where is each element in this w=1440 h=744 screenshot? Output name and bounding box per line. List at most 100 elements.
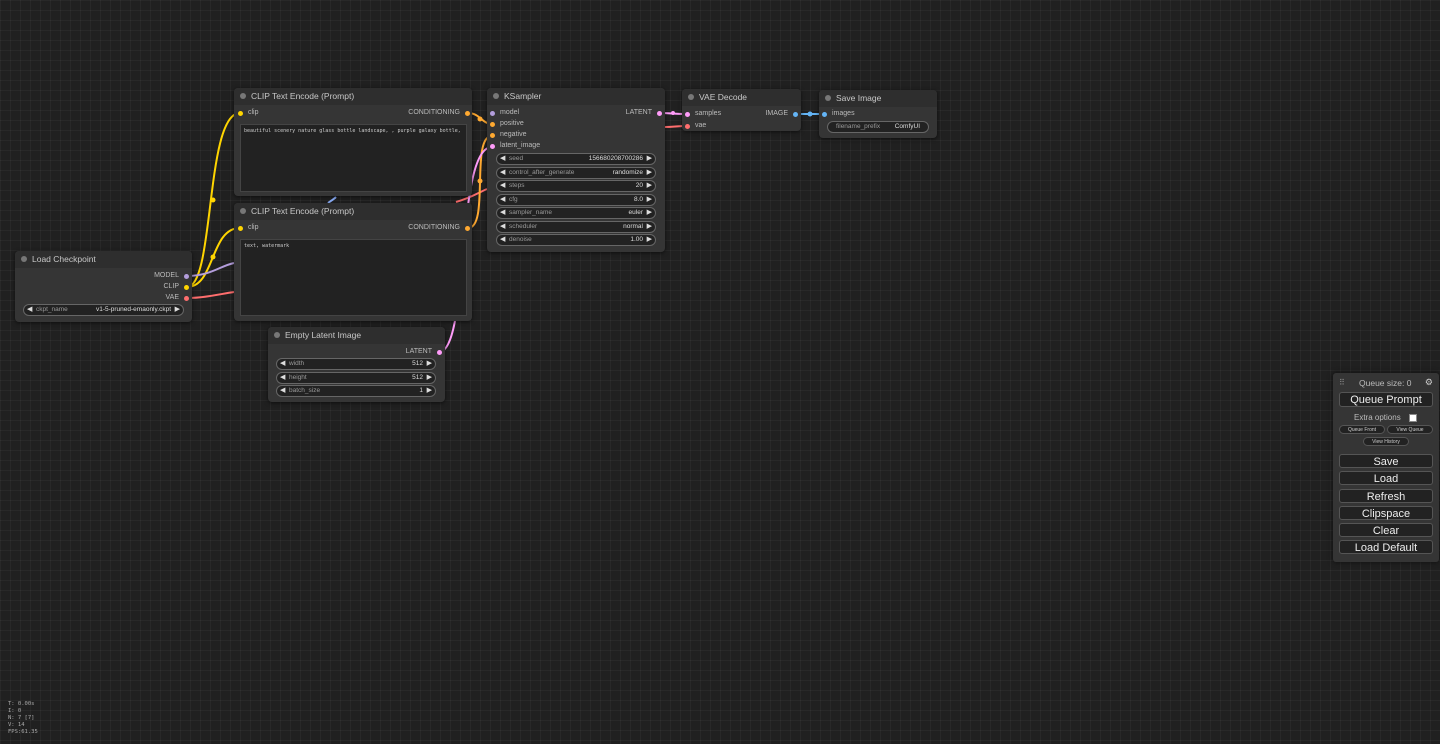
input-slot-latent-image[interactable]: latent_image — [490, 141, 540, 151]
drag-handle-icon[interactable]: ⠿ — [1339, 378, 1345, 387]
queue-prompt-button[interactable]: Queue Prompt — [1339, 392, 1433, 407]
queue-front-button[interactable]: Queue Front — [1339, 425, 1385, 434]
collapse-dot-icon[interactable] — [240, 93, 246, 99]
arrow-left-icon[interactable]: ◀ — [500, 154, 505, 164]
arrow-left-icon[interactable]: ◀ — [280, 359, 285, 369]
output-slot-conditioning[interactable]: CONDITIONING — [408, 108, 470, 118]
output-slot-latent[interactable]: LATENT — [406, 347, 442, 357]
collapse-dot-icon[interactable] — [240, 208, 246, 214]
slot-dot-icon[interactable] — [465, 225, 470, 231]
slot-dot-icon[interactable] — [437, 349, 442, 355]
clear-button[interactable]: Clear — [1339, 523, 1433, 537]
prompt-textarea[interactable]: text, watermark — [240, 239, 467, 316]
slot-dot-icon[interactable] — [490, 132, 495, 138]
slot-dot-icon[interactable] — [238, 225, 243, 231]
widget-control-after-generate[interactable]: ◀ control_after_generate randomize ▶ — [496, 167, 656, 179]
refresh-button[interactable]: Refresh — [1339, 489, 1433, 503]
node-title[interactable]: Save Image — [819, 90, 937, 107]
collapse-dot-icon[interactable] — [825, 95, 831, 101]
input-slot-samples[interactable]: samples — [685, 109, 721, 119]
slot-dot-icon[interactable] — [685, 123, 690, 129]
widget-cfg[interactable]: ◀ cfg 8.0 ▶ — [496, 194, 656, 206]
arrow-left-icon[interactable]: ◀ — [500, 235, 505, 245]
input-slot-clip[interactable]: clip — [238, 223, 259, 233]
input-slot-clip[interactable]: clip — [238, 108, 259, 118]
input-slot-model[interactable]: model — [490, 108, 519, 118]
output-slot-conditioning[interactable]: CONDITIONING — [408, 223, 470, 233]
slot-dot-icon[interactable] — [490, 110, 495, 116]
slot-dot-icon[interactable] — [685, 111, 690, 117]
slot-dot-icon[interactable] — [184, 284, 189, 290]
view-history-button[interactable]: View History — [1363, 437, 1409, 446]
node-load-checkpoint[interactable]: Load Checkpoint MODEL CLIP VAE ◀ ckpt_na… — [15, 251, 192, 322]
widget-denoise[interactable]: ◀ denoise 1.00 ▶ — [496, 234, 656, 246]
slot-dot-icon[interactable] — [184, 273, 189, 279]
arrow-left-icon[interactable]: ◀ — [500, 168, 505, 178]
arrow-right-icon[interactable]: ▶ — [427, 373, 432, 383]
arrow-right-icon[interactable]: ▶ — [427, 359, 432, 369]
collapse-dot-icon[interactable] — [274, 332, 280, 338]
clipspace-button[interactable]: Clipspace — [1339, 506, 1433, 520]
slot-dot-icon[interactable] — [822, 111, 827, 117]
load-default-button[interactable]: Load Default — [1339, 540, 1433, 554]
node-title[interactable]: CLIP Text Encode (Prompt) — [234, 88, 472, 105]
arrow-right-icon[interactable]: ▶ — [647, 208, 652, 218]
slot-dot-icon[interactable] — [465, 110, 470, 116]
extra-options-checkbox[interactable] — [1409, 414, 1417, 422]
node-title[interactable]: KSampler — [487, 88, 665, 105]
node-ksampler[interactable]: KSampler model positive negative latent_… — [487, 88, 665, 252]
arrow-left-icon[interactable]: ◀ — [280, 373, 285, 383]
arrow-left-icon[interactable]: ◀ — [27, 305, 32, 315]
arrow-right-icon[interactable]: ▶ — [647, 222, 652, 232]
widget-ckpt-name[interactable]: ◀ ckpt_name v1-5-pruned-emaonly.ckpt ▶ — [23, 304, 184, 316]
view-queue-button[interactable]: View Queue — [1387, 425, 1433, 434]
arrow-right-icon[interactable]: ▶ — [647, 235, 652, 245]
widget-scheduler[interactable]: ◀ scheduler normal ▶ — [496, 221, 656, 233]
node-empty-latent-image[interactable]: Empty Latent Image LATENT ◀ width 512 ▶ ◀ he… — [268, 327, 445, 402]
widget-steps[interactable]: ◀ steps 20 ▶ — [496, 180, 656, 192]
output-slot-clip[interactable]: CLIP — [163, 282, 189, 292]
node-title[interactable]: Empty Latent Image — [268, 327, 445, 344]
arrow-right-icon[interactable]: ▶ — [647, 181, 652, 191]
arrow-left-icon[interactable]: ◀ — [500, 222, 505, 232]
slot-dot-icon[interactable] — [238, 110, 243, 116]
widget-filename-prefix[interactable]: filename_prefix ComfyUI — [827, 121, 929, 133]
widget-seed[interactable]: ◀ seed 156680208700286 ▶ — [496, 153, 656, 165]
widget-batch-size[interactable]: ◀ batch_size 1 ▶ — [276, 385, 436, 397]
load-button[interactable]: Load — [1339, 471, 1433, 485]
arrow-right-icon[interactable]: ▶ — [647, 195, 652, 205]
input-slot-images[interactable]: images — [822, 109, 855, 119]
output-slot-model[interactable]: MODEL — [154, 271, 189, 281]
node-title[interactable]: Load Checkpoint — [15, 251, 192, 268]
arrow-right-icon[interactable]: ▶ — [175, 305, 180, 315]
save-button[interactable]: Save — [1339, 454, 1433, 468]
node-title[interactable]: CLIP Text Encode (Prompt) — [234, 203, 472, 220]
node-save-image[interactable]: Save Image images filename_prefix ComfyUI — [819, 90, 937, 138]
settings-gear-icon[interactable]: ⚙ — [1425, 377, 1433, 388]
collapse-dot-icon[interactable] — [493, 93, 499, 99]
slot-dot-icon[interactable] — [793, 111, 798, 117]
widget-sampler-name[interactable]: ◀ sampler_name euler ▶ — [496, 207, 656, 219]
slot-dot-icon[interactable] — [184, 295, 189, 301]
output-slot-latent[interactable]: LATENT — [626, 108, 662, 118]
input-slot-vae[interactable]: vae — [685, 121, 706, 131]
collapse-dot-icon[interactable] — [21, 256, 27, 262]
input-slot-negative[interactable]: negative — [490, 130, 526, 140]
arrow-left-icon[interactable]: ◀ — [500, 195, 505, 205]
prompt-textarea[interactable]: beautiful scenery nature glass bottle la… — [240, 124, 467, 192]
arrow-right-icon[interactable]: ▶ — [427, 386, 432, 396]
arrow-right-icon[interactable]: ▶ — [647, 154, 652, 164]
output-slot-image[interactable]: IMAGE — [765, 109, 798, 119]
slot-dot-icon[interactable] — [657, 110, 662, 116]
widget-width[interactable]: ◀ width 512 ▶ — [276, 358, 436, 370]
input-slot-positive[interactable]: positive — [490, 119, 524, 129]
widget-height[interactable]: ◀ height 512 ▶ — [276, 372, 436, 384]
collapse-dot-icon[interactable] — [688, 94, 694, 100]
arrow-left-icon[interactable]: ◀ — [500, 181, 505, 191]
arrow-left-icon[interactable]: ◀ — [500, 208, 505, 218]
node-title[interactable]: VAE Decode — [682, 89, 801, 106]
queue-menu-panel[interactable]: ⠿ Queue size: 0 ⚙ Queue Prompt Extra opt… — [1333, 373, 1439, 562]
node-clip-text-encode-positive[interactable]: CLIP Text Encode (Prompt) clip CONDITION… — [234, 88, 472, 196]
arrow-right-icon[interactable]: ▶ — [647, 168, 652, 178]
slot-dot-icon[interactable] — [490, 143, 495, 149]
